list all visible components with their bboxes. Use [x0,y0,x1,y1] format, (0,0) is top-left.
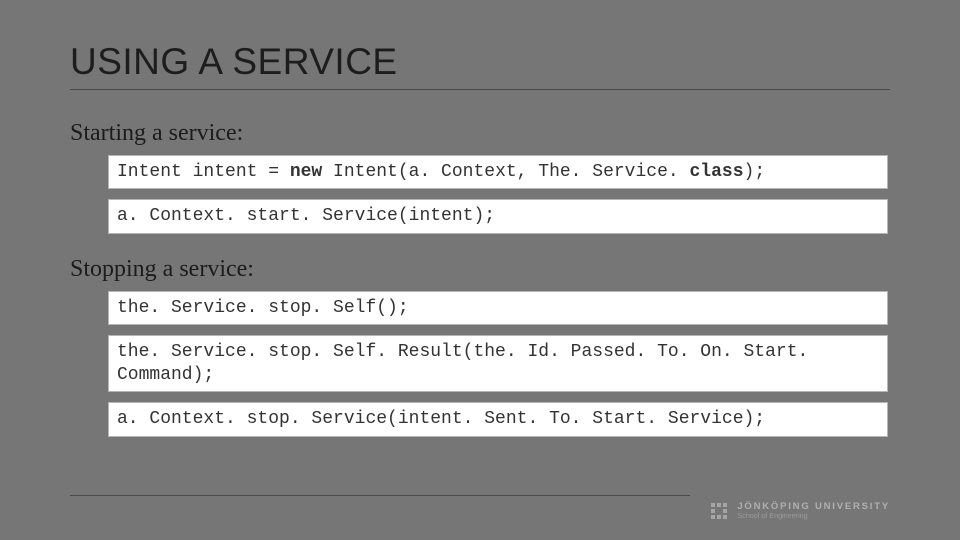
code-text: ); [744,162,766,182]
code-text: Intent intent = [117,162,290,182]
section-label-start: Starting a service: [70,120,890,147]
footer-line2: School of Engineering [737,512,890,520]
slide-title: USING A SERVICE [70,42,890,83]
code-keyword-new: new [290,162,322,182]
slide: USING A SERVICE Starting a service: Inte… [0,0,960,540]
footer-rule [70,495,690,496]
code-group-start: Intent intent = new Intent(a. Context, T… [108,155,890,234]
code-stop-1: the. Service. stop. Self(); [108,291,888,326]
footer-logo: JÖNKÖPING UNIVERSITY School of Engineeri… [711,502,890,520]
code-stop-2: the. Service. stop. Self. Result(the. Id… [108,335,888,392]
title-rule [70,89,890,90]
logo-dots-icon [711,503,727,519]
code-group-stop: the. Service. stop. Self(); the. Service… [108,291,890,437]
section-label-stop: Stopping a service: [70,256,890,283]
code-stop-3: a. Context. stop. Service(intent. Sent. … [108,402,888,437]
code-start-2: a. Context. start. Service(intent); [108,199,888,234]
footer-text: JÖNKÖPING UNIVERSITY School of Engineeri… [737,502,890,520]
code-start-1: Intent intent = new Intent(a. Context, T… [108,155,888,190]
code-text: Intent(a. Context, The. Service. [322,162,689,182]
code-keyword-class: class [690,162,744,182]
